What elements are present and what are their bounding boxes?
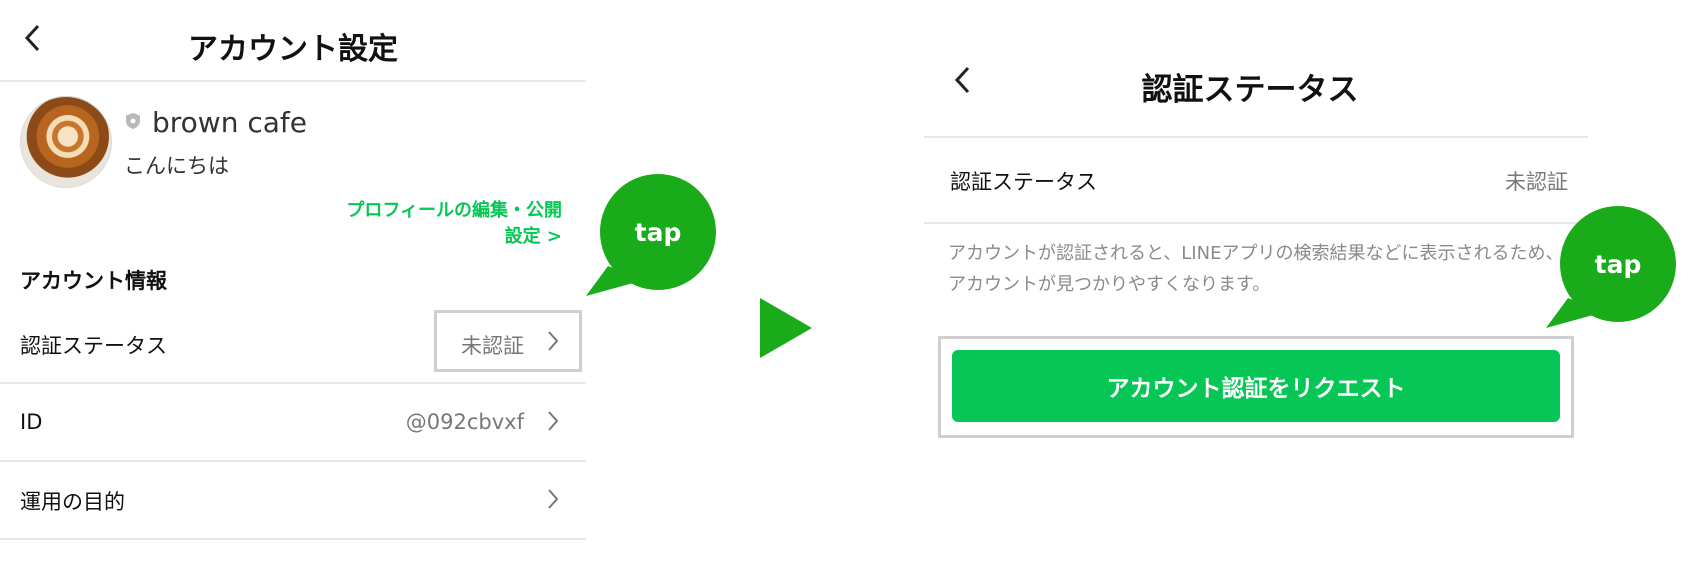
list-item-id[interactable]: ID @092cbvxf xyxy=(0,384,586,460)
row-value: @092cbvxf xyxy=(405,410,524,434)
request-verification-button[interactable]: アカウント認証をリクエスト xyxy=(952,350,1560,422)
tap-label: tap xyxy=(1560,206,1676,322)
page-title: 認証ステータス xyxy=(1141,72,1359,108)
header-divider xyxy=(924,136,1588,138)
status-value: 未認証 xyxy=(1505,170,1568,194)
list-item-purpose[interactable]: 運用の目的 xyxy=(0,462,586,538)
header-divider xyxy=(0,80,586,82)
row-label: 運用の目的 xyxy=(20,490,125,514)
row-label: ID xyxy=(20,410,43,434)
tap-label: tap xyxy=(600,174,716,290)
avatar[interactable] xyxy=(20,96,112,188)
list-item-verification-status[interactable]: 認証ステータス 未認証 xyxy=(0,300,586,382)
row-label: 認証ステータス xyxy=(20,334,167,358)
status-label: 認証ステータス xyxy=(950,170,1097,194)
account-name: brown cafe xyxy=(152,106,307,139)
description-text: アカウントが認証されると、LINEアプリの検索結果などに表示されるため、アカウン… xyxy=(948,243,1564,295)
status-message: こんにちは xyxy=(124,154,229,178)
row-value: 未認証 xyxy=(461,334,524,358)
chevron-right-icon xyxy=(546,328,560,361)
row-divider xyxy=(0,538,586,540)
account-settings-screen: アカウント設定 brown cafe こんにちは プロフィールの編集・公開設定 … xyxy=(0,0,586,570)
tap-callout-right: tap xyxy=(1546,206,1676,336)
chevron-right-icon xyxy=(546,486,560,519)
page-title: アカウント設定 xyxy=(188,32,398,67)
shield-icon xyxy=(126,113,140,129)
row-divider xyxy=(924,222,1588,224)
chevron-right-icon xyxy=(546,408,560,441)
profile-edit-link[interactable]: プロフィールの編集・公開設定 > xyxy=(330,196,562,248)
section-title: アカウント情報 xyxy=(20,269,167,293)
tap-callout-left: tap xyxy=(586,174,716,304)
play-triangle-icon xyxy=(760,298,812,358)
